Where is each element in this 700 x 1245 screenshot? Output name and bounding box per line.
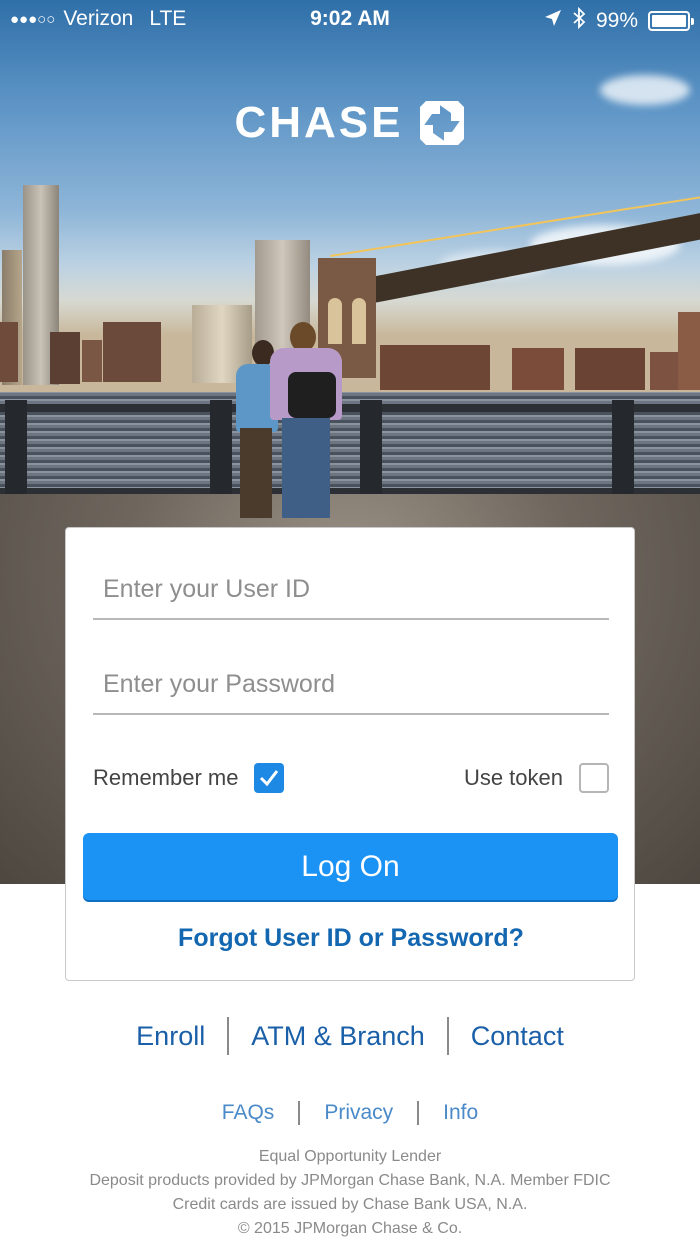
login-card: Remember me Use token Log On Forgot User… — [65, 527, 635, 981]
use-token-checkbox[interactable] — [579, 763, 609, 793]
remember-me-option[interactable]: Remember me — [93, 763, 285, 793]
info-link[interactable]: Info — [443, 1101, 478, 1125]
footer-main-links: Enroll ATM & Branch Contact — [0, 1017, 700, 1055]
brand-name: CHASE — [234, 98, 404, 147]
atm-branch-link[interactable]: ATM & Branch — [251, 1021, 425, 1052]
footer-sub-links: FAQs Privacy Info — [0, 1101, 700, 1125]
bluetooth-icon — [572, 6, 586, 35]
legal-line: Equal Opportunity Lender — [258, 1148, 442, 1165]
privacy-link[interactable]: Privacy — [324, 1101, 393, 1125]
login-options-row: Remember me Use token — [93, 760, 609, 796]
link-divider — [446, 1017, 449, 1055]
link-divider — [417, 1101, 420, 1125]
link-divider — [227, 1017, 230, 1055]
chase-logo: CHASE — [0, 98, 700, 148]
legal-line: Credit cards are issued by Chase Bank US… — [172, 1196, 528, 1213]
log-on-button[interactable]: Log On — [83, 833, 618, 900]
use-token-label: Use token — [463, 765, 563, 790]
legal-disclaimer: Equal Opportunity Lender Deposit product… — [0, 1145, 700, 1241]
location-arrow-icon — [544, 9, 562, 33]
legal-line: © 2015 JPMorgan Chase & Co. — [237, 1220, 463, 1237]
battery-percent: 99% — [595, 9, 638, 32]
status-bar: ●●●○○ Verizon LTE 9:02 AM 99% — [0, 0, 700, 40]
remember-me-label: Remember me — [93, 765, 239, 790]
use-token-option[interactable]: Use token — [464, 763, 609, 793]
link-divider — [298, 1101, 301, 1125]
user-id-input[interactable] — [93, 560, 609, 620]
remember-me-checkbox[interactable] — [254, 763, 285, 793]
chase-octagon-logo-icon — [418, 99, 466, 147]
contact-link[interactable]: Contact — [471, 1021, 564, 1052]
enroll-link[interactable]: Enroll — [136, 1021, 205, 1052]
forgot-credentials-link[interactable]: Forgot User ID or Password? — [66, 924, 636, 953]
password-input[interactable] — [93, 655, 609, 715]
faqs-link[interactable]: FAQs — [222, 1101, 275, 1125]
battery-icon — [648, 11, 694, 31]
legal-line: Deposit products provided by JPMorgan Ch… — [89, 1172, 611, 1189]
